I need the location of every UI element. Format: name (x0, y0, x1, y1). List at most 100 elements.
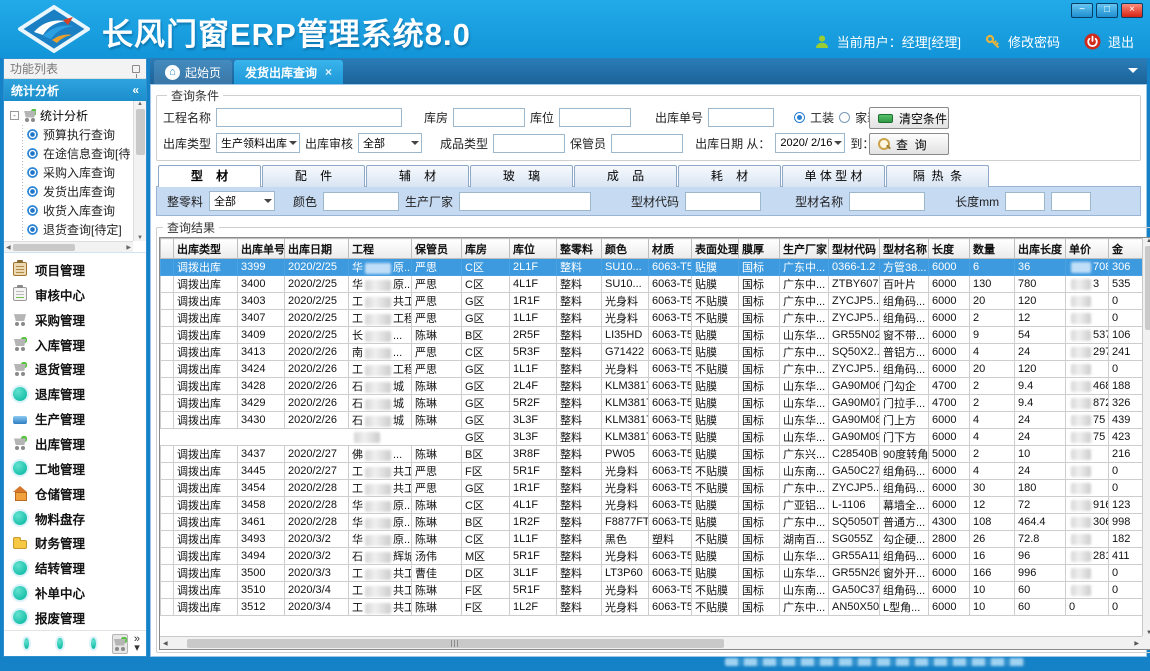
table-row[interactable]: 调拨出库34542020/2/28工共工程严思G区1R1F整料光身料6063-T… (161, 480, 1150, 497)
sidebar-menu-item[interactable]: 入库管理 (13, 332, 146, 357)
table-row[interactable]: 调拨出库34612020/2/28华原...陈琳B区1R2F整料F8877FT6… (161, 514, 1150, 531)
table-row[interactable]: 调拨出库34452020/2/27工共工程严思F区5R1F整料光身料6063-T… (161, 463, 1150, 480)
sidebar-menu-item[interactable]: 项目管理 (13, 257, 146, 282)
table-row[interactable]: 调拨出库34002020/2/25华原...严思C区4L1F整料SU10...6… (161, 276, 1150, 293)
column-header[interactable]: 单价 (1066, 239, 1109, 259)
tree-item[interactable]: 收货入库查询 (10, 201, 146, 220)
sidebar-menu-item[interactable]: 退货管理 (13, 356, 146, 381)
table-row[interactable]: 调拨出库34582020/2/28华原...陈琳C区4L1F整料光身料6063-… (161, 497, 1150, 514)
profile-name-input[interactable] (849, 192, 925, 211)
material-tab[interactable]: 配 件 (262, 165, 365, 187)
maximize-button[interactable]: □ (1096, 3, 1118, 18)
scroll-right-icon[interactable]: ▶ (126, 244, 131, 251)
sidebar-menu-item[interactable]: 补单中心 (13, 580, 146, 605)
material-tab[interactable]: 隔 热 条 (886, 165, 989, 187)
product-type-input[interactable] (493, 134, 565, 153)
sidebar-menu-item[interactable]: 结转管理 (13, 555, 146, 580)
tree-root[interactable]: - 统计分析 (10, 105, 146, 125)
length-from-input[interactable] (1005, 192, 1045, 211)
radio-jiazhuang[interactable] (839, 112, 850, 123)
table-row[interactable]: 调拨出库34292020/2/26石城陈琳G区5R2F整料KLM38176063… (161, 395, 1150, 412)
sidebar-menu-item[interactable]: 退库管理 (13, 381, 146, 406)
tree-expand-icon[interactable]: - (10, 111, 19, 120)
column-header[interactable]: 膜厚 (739, 239, 780, 259)
table-row[interactable]: 调拨出库34072020/2/25工工程严思G区1L1F整料光身料6063-T5… (161, 310, 1150, 327)
sidebar-menu-item[interactable]: 采购管理 (13, 307, 146, 332)
scrollbar-thumb[interactable] (136, 109, 145, 155)
scroll-up-icon[interactable]: ▲ (137, 101, 143, 107)
column-header[interactable]: 数量 (970, 239, 1015, 259)
minimize-button[interactable]: − (1071, 3, 1093, 18)
material-tab[interactable]: 成 品 (574, 165, 677, 187)
location-input[interactable] (559, 108, 631, 127)
table-row[interactable]: 调拨出库35102020/3/4工共工程陈琳F区5R1F整料光身料6063-T5… (161, 582, 1150, 599)
sidebar-menu-item[interactable]: 生产管理 (13, 406, 146, 431)
column-header[interactable]: 保管员 (412, 239, 462, 259)
scroll-up-icon[interactable]: ▲ (1146, 238, 1150, 244)
table-row[interactable]: 调拨出库34932020/3/2华原...陈琳C区1L1F整料黑色塑料不贴膜国标… (161, 531, 1150, 548)
material-tab[interactable]: 玻 璃 (470, 165, 573, 187)
maker-input[interactable] (459, 192, 591, 211)
material-tab[interactable]: 单 体 型 材 (782, 165, 885, 187)
column-header[interactable]: 出库单号 (238, 239, 285, 259)
column-header[interactable]: 型材名称 (880, 239, 929, 259)
table-row[interactable]: 调拨出库34092020/2/25长...陈琳B区2R5F整料LI35HD606… (161, 327, 1150, 344)
table-row[interactable]: G区3L3F整料KLM38176063-T5贴膜国标山东华...GA90M09.… (161, 429, 1150, 446)
grid-vertical-scrollbar[interactable]: ▲ ▼ (1142, 238, 1150, 636)
table-row[interactable]: 调拨出库35002020/3/3工共工程曹佳D区3L1F整料LT3P606063… (161, 565, 1150, 582)
material-tab[interactable]: 型 材 (158, 165, 261, 187)
scrollbar-thumb[interactable] (13, 244, 75, 251)
tree-horizontal-scrollbar[interactable]: ◀ ▶ (4, 241, 133, 252)
outbound-type-select[interactable]: 生产领料出库 (216, 133, 300, 153)
clear-conditions-button[interactable]: 清空条件 (869, 107, 949, 129)
scroll-down-icon[interactable]: ▼ (137, 235, 143, 241)
column-header[interactable]: 出库长度 (1015, 239, 1066, 259)
tree-item[interactable]: 采购入库查询 (10, 163, 146, 182)
tab-close-icon[interactable]: × (325, 65, 332, 79)
column-header[interactable]: 库位 (510, 239, 557, 259)
column-header[interactable]: 生产厂家 (780, 239, 829, 259)
logout-link[interactable]: 退出 (1108, 32, 1134, 51)
table-row[interactable]: 调拨出库34242020/2/26工工程严思G区1L1F整料光身料6063-T5… (161, 361, 1150, 378)
status-dot-icon[interactable] (57, 638, 62, 649)
table-row[interactable]: 调拨出库34302020/2/26石城陈琳G区3L3F整料KLM38176063… (161, 412, 1150, 429)
sidebar-menu-item[interactable]: 审核中心 (13, 282, 146, 307)
sidebar-menu-item[interactable]: 财务管理 (13, 530, 146, 555)
keeper-input[interactable] (611, 134, 683, 153)
table-row[interactable]: 调拨出库34132020/2/26南...严思C区5R3F整料G71422606… (161, 344, 1150, 361)
tree-vertical-scrollbar[interactable]: ▲ ▼ (133, 101, 146, 241)
sidebar-menu-item[interactable]: 工地管理 (13, 456, 146, 481)
status-dot-icon[interactable] (24, 638, 29, 649)
close-button[interactable]: × (1121, 3, 1143, 18)
column-header[interactable]: 库房 (462, 239, 510, 259)
sidebar-menu-item[interactable]: 出库管理 (13, 431, 146, 456)
collapse-icon[interactable]: « (132, 83, 139, 97)
scroll-left-icon[interactable]: ◀ (163, 640, 168, 647)
sidebar-menu-item[interactable]: 仓储管理 (13, 481, 146, 506)
column-header[interactable]: 出库类型 (174, 239, 238, 259)
column-header[interactable]: 整零料 (557, 239, 602, 259)
sidebar-footer-cart-button[interactable] (112, 634, 128, 654)
length-to-input[interactable] (1051, 192, 1091, 211)
change-password-link[interactable]: 修改密码 (1008, 32, 1060, 51)
order-no-input[interactable] (708, 108, 774, 127)
column-header[interactable]: 颜色 (602, 239, 649, 259)
project-name-input[interactable] (216, 108, 402, 127)
column-header[interactable]: 工程 (349, 239, 412, 259)
scrollbar-thumb[interactable] (187, 639, 724, 648)
material-tab[interactable]: 辅 材 (366, 165, 469, 187)
tab-active[interactable]: 发货出库查询× (234, 60, 343, 84)
column-header[interactable]: 长度 (929, 239, 970, 259)
scroll-left-icon[interactable]: ◀ (6, 244, 11, 251)
color-input[interactable] (323, 192, 399, 211)
column-header[interactable]: 材质 (649, 239, 692, 259)
column-header[interactable]: 出库日期 (285, 239, 349, 259)
tree-item[interactable]: 预算执行查询 (10, 125, 146, 144)
sidebar-section-header[interactable]: 统计分析 « (4, 79, 146, 101)
part-select[interactable]: 全部 (209, 191, 275, 211)
tree-item[interactable]: 退货查询[待定] (10, 220, 146, 239)
column-header[interactable]: 型材代码 (829, 239, 880, 259)
table-row[interactable]: 调拨出库34372020/2/27佛...陈琳B区3R8F整料PW056063-… (161, 446, 1150, 463)
date-from-select[interactable]: 2020/ 2/16 (775, 133, 845, 153)
table-row[interactable]: 调拨出库34282020/2/26石城陈琳G区2L4F整料KLM38176063… (161, 378, 1150, 395)
